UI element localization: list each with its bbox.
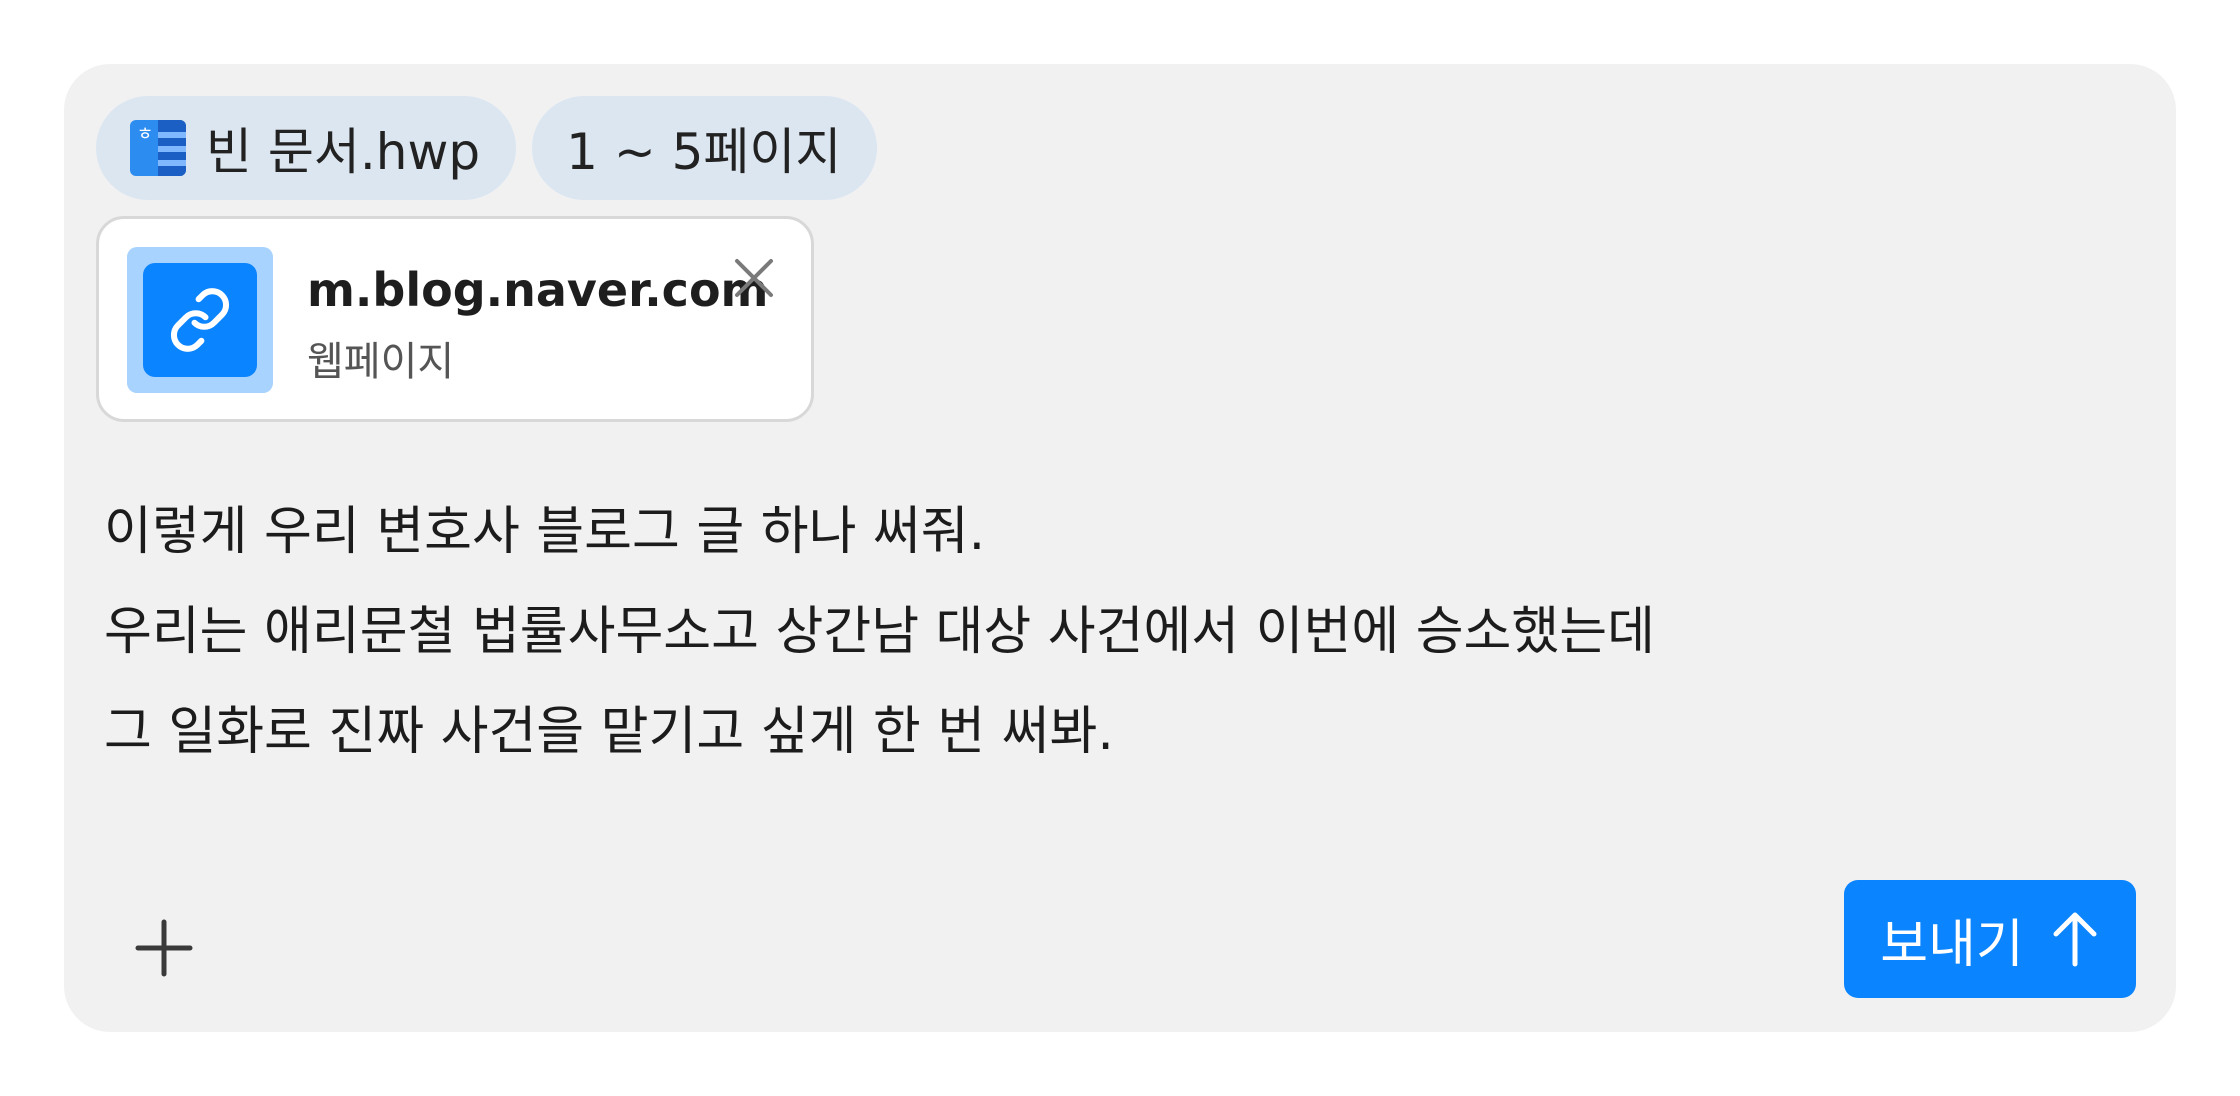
send-button[interactable]: 보내기 <box>1844 880 2136 998</box>
close-icon <box>735 259 773 297</box>
arrow-up-icon <box>2053 912 2097 967</box>
document-chip-label: 빈 문서.hwp <box>206 123 481 181</box>
window: ㅎ 빈 문서.hwp 1 ~ 5페이지 m.blog.naver.com 웹페이… <box>0 0 2240 1096</box>
link-icon <box>170 288 230 352</box>
prompt-line: 그 일화로 진짜 사건을 맡기고 싶게 한 번 써봐. <box>104 702 1114 762</box>
plus-icon <box>135 919 193 977</box>
add-attachment-button[interactable] <box>122 906 206 990</box>
prompt-line: 우리는 애리문철 법률사무소고 상간남 대상 사건에서 이번에 승소했는데 <box>104 602 1655 662</box>
send-button-label: 보내기 <box>1880 914 2024 975</box>
prompt-input[interactable]: 이렇게 우리 변호사 블로그 글 하나 써줘. 우리는 애리문철 법률사무소고 … <box>104 482 2104 782</box>
chat-composer: ㅎ 빈 문서.hwp 1 ~ 5페이지 m.blog.naver.com 웹페이… <box>64 64 2176 1032</box>
webpage-attachment-card[interactable]: m.blog.naver.com 웹페이지 <box>96 216 814 422</box>
remove-attachment-button[interactable] <box>729 253 779 303</box>
page-range-label: 1 ~ 5페이지 <box>566 123 842 181</box>
link-thumbnail <box>127 247 273 393</box>
page-range-chip[interactable]: 1 ~ 5페이지 <box>532 96 878 200</box>
link-title: m.blog.naver.com <box>307 263 769 317</box>
document-chip[interactable]: ㅎ 빈 문서.hwp <box>96 96 517 200</box>
hwp-document-icon: ㅎ <box>130 120 186 176</box>
attachment-chips: ㅎ 빈 문서.hwp 1 ~ 5페이지 <box>96 96 878 200</box>
prompt-line: 이렇게 우리 변호사 블로그 글 하나 써줘. <box>104 502 986 562</box>
link-subtitle: 웹페이지 <box>307 339 455 385</box>
